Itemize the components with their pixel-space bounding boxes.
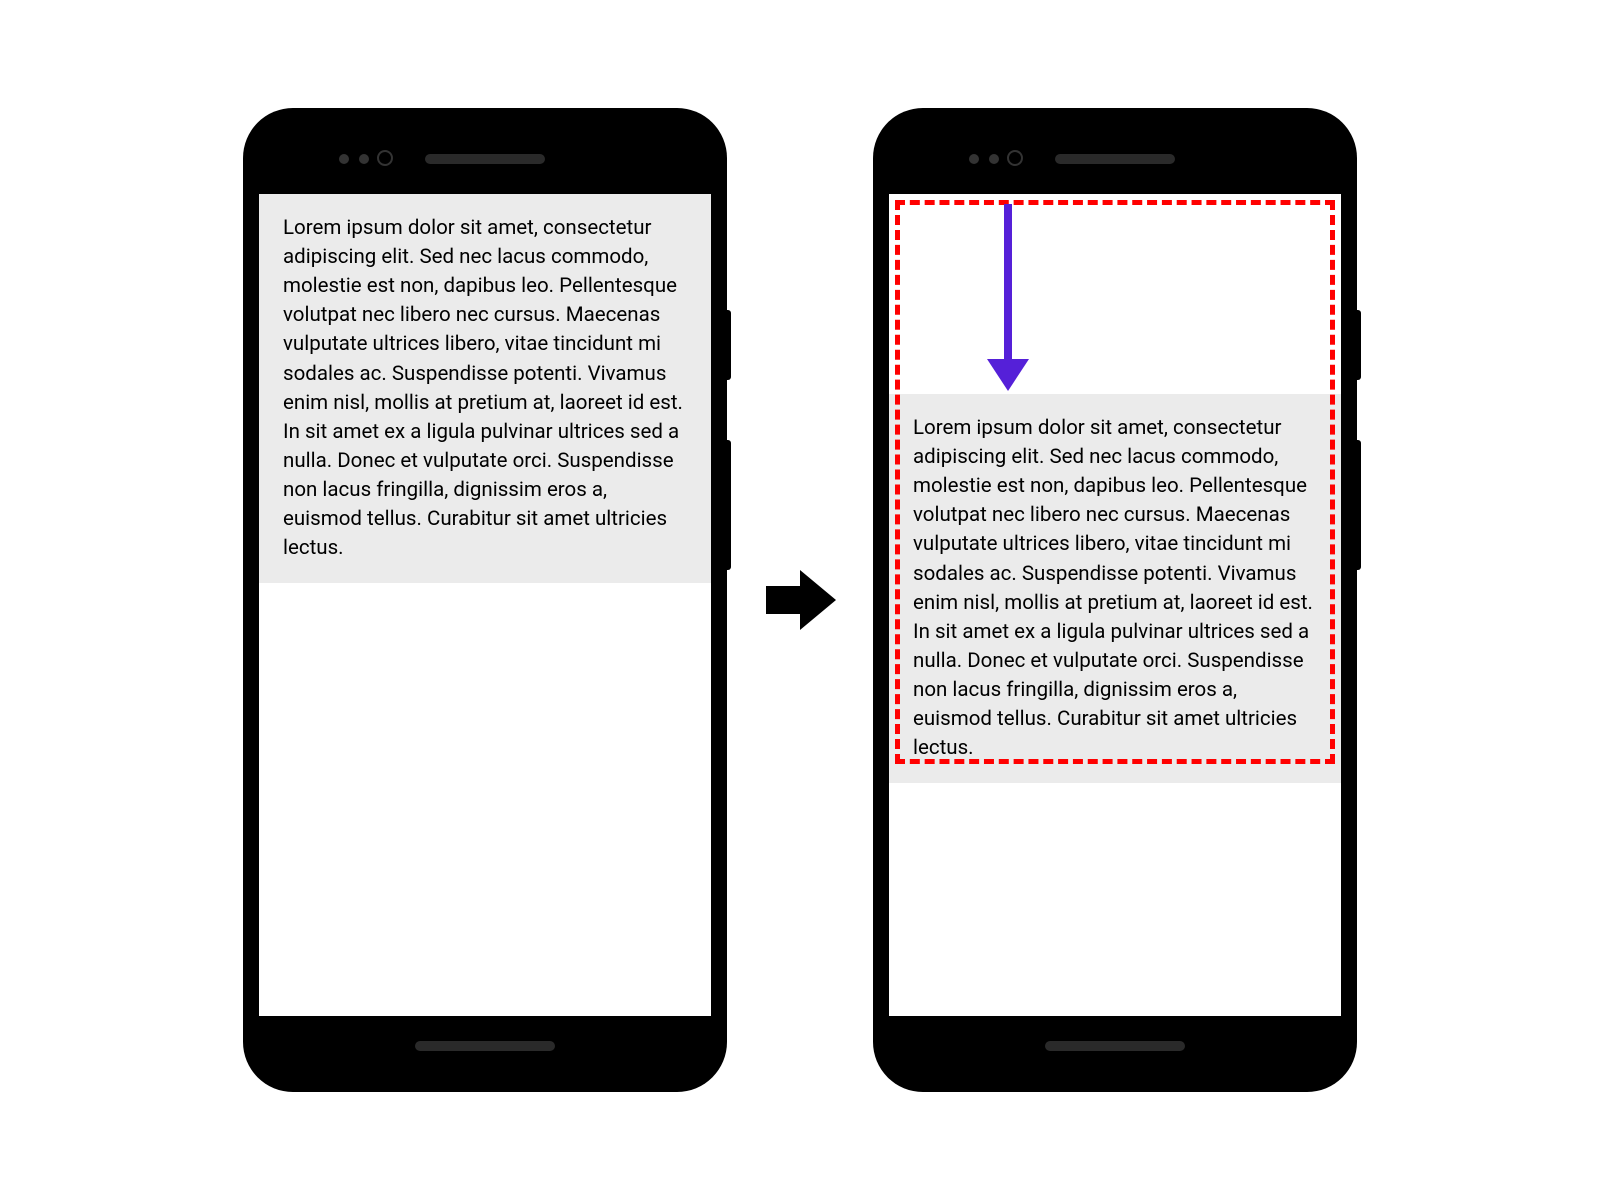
camera-dot-icon (339, 154, 349, 164)
phone-screen-after: Lorem ipsum dolor sit amet, consectetur … (889, 194, 1341, 1016)
bottom-speaker-icon (1045, 1041, 1185, 1051)
scroll-down-arrow-icon (987, 204, 1027, 394)
phone-after: Lorem ipsum dolor sit amet, consectetur … (875, 110, 1355, 1090)
phone-bottom-bar (889, 1016, 1341, 1076)
camera-ring-icon (377, 150, 393, 166)
phone-top-bar (889, 124, 1341, 194)
camera-ring-icon (1007, 150, 1023, 166)
phone-screen-before: Lorem ipsum dolor sit amet, consectetur … (259, 194, 711, 1016)
phone-before: Lorem ipsum dolor sit amet, consectetur … (245, 110, 725, 1090)
sensor-dot-icon (989, 154, 999, 164)
content-text-block: Lorem ipsum dolor sit amet, consectetur … (889, 394, 1341, 783)
phone-inner: Lorem ipsum dolor sit amet, consectetur … (889, 124, 1341, 1076)
speaker-icon (1055, 154, 1175, 164)
phone-side-button (725, 310, 731, 380)
transition-arrow-icon (765, 565, 835, 635)
phone-side-button (725, 440, 731, 570)
phone-top-bar (259, 124, 711, 194)
bottom-speaker-icon (415, 1041, 555, 1051)
content-text-block: Lorem ipsum dolor sit amet, consectetur … (259, 194, 711, 583)
diagram-container: Lorem ipsum dolor sit amet, consectetur … (245, 110, 1355, 1090)
speaker-icon (425, 154, 545, 164)
camera-dot-icon (969, 154, 979, 164)
phone-side-button (1355, 440, 1361, 570)
phone-side-button (1355, 310, 1361, 380)
phone-bottom-bar (259, 1016, 711, 1076)
phone-inner: Lorem ipsum dolor sit amet, consectetur … (259, 124, 711, 1076)
sensor-dot-icon (359, 154, 369, 164)
